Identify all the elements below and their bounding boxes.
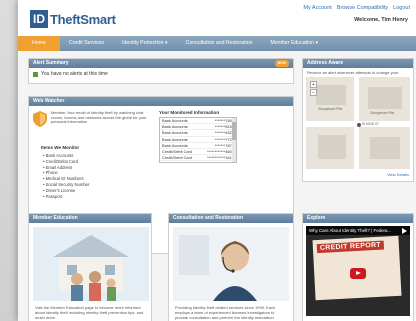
alert-summary-title: Alert Summary NEW bbox=[29, 59, 293, 68]
nav-home[interactable]: Home bbox=[18, 36, 60, 51]
logo[interactable]: ID TheftSmart bbox=[30, 10, 116, 28]
credit-report-heading: CREDIT REPORT bbox=[316, 240, 385, 254]
nav-identity-protection[interactable]: Identity Protection ▾ bbox=[113, 36, 177, 51]
support-agent-illustration bbox=[173, 227, 289, 301]
share-icon[interactable] bbox=[402, 228, 407, 234]
list-item: Social Security Number bbox=[43, 182, 90, 188]
row-type: Bank Accounts bbox=[162, 136, 188, 142]
welcome-message: Welcome, Tim Henry bbox=[354, 17, 408, 23]
address-aware-title: Address Aware bbox=[303, 59, 413, 68]
my-account-link[interactable]: My Account bbox=[303, 5, 331, 11]
member-education-title: Member Education bbox=[29, 214, 151, 223]
row-value: ************3412 bbox=[207, 155, 234, 161]
row-type: Credit/Debit Card bbox=[162, 155, 193, 161]
row-type: Bank Accounts bbox=[162, 124, 188, 130]
page-background bbox=[0, 0, 18, 321]
zoom-in-button[interactable]: + bbox=[310, 81, 317, 88]
row-value: ************4607 bbox=[207, 148, 234, 154]
member-education-image bbox=[33, 227, 149, 301]
consultation-panel: Consultation and Restoration Providing i… bbox=[168, 213, 294, 321]
nav-member-education[interactable]: Member Education ▾ bbox=[262, 36, 328, 51]
row-type: Bank Accounts bbox=[162, 142, 188, 148]
items-monitored-heading: Items We Monitor bbox=[41, 145, 80, 150]
map-block bbox=[316, 85, 346, 105]
explore-panel: Explore CREDIT REPORT Why Care About Ide… bbox=[302, 213, 414, 321]
header: ID TheftSmart My Account Browse Compatib… bbox=[18, 0, 416, 36]
consultation-image bbox=[173, 227, 289, 301]
zoom-out-button[interactable]: − bbox=[310, 89, 317, 96]
logo-wordmark: TheftSmart bbox=[50, 11, 116, 27]
scrollbar-thumb[interactable] bbox=[232, 122, 236, 140]
play-button[interactable] bbox=[350, 268, 366, 279]
shield-icon bbox=[33, 111, 47, 127]
alert-message: You have no alerts at this time bbox=[41, 71, 108, 77]
top-links: My Account Browse Compatibility Logout bbox=[303, 5, 410, 11]
alert-summary-title-text: Alert Summary bbox=[33, 60, 69, 66]
monitored-info-list[interactable]: Bank Accounts *******7658 Bank Accounts **… bbox=[159, 117, 237, 163]
house-family-illustration bbox=[33, 227, 149, 301]
main-nav: Home Credit Services Identity Protection… bbox=[18, 36, 416, 51]
table-row: Credit/Debit Card ************3412 bbox=[160, 155, 236, 162]
map-pin-icon bbox=[357, 123, 361, 127]
nav-credit-services[interactable]: Credit Services bbox=[60, 36, 113, 51]
address-aware-panel: Address Aware Receive an alert whenever … bbox=[302, 58, 414, 182]
map-label: W 62ND ST bbox=[362, 122, 380, 126]
consultation-title: Consultation and Restoration bbox=[169, 214, 293, 223]
row-type: Credit/Debit Card bbox=[162, 148, 193, 154]
items-monitored-list: Bank Accounts Credit/Debit Card Email Ad… bbox=[43, 153, 90, 200]
video-player[interactable]: CREDIT REPORT Why Care About Identity Th… bbox=[306, 226, 410, 316]
map-label: Georgetown Pike bbox=[318, 107, 343, 111]
web-watcher-intro: Member Your email of identity theft by w… bbox=[51, 110, 147, 125]
new-badge: NEW bbox=[274, 60, 289, 67]
explore-title: Explore bbox=[303, 214, 413, 223]
alert-summary-panel: Alert Summary NEW You have no alerts at … bbox=[28, 58, 294, 84]
web-watcher-title: Web Watcher bbox=[29, 97, 293, 106]
map-label: Georgetown Pike bbox=[370, 111, 395, 115]
monitored-info-heading: Your Monitored Information bbox=[159, 110, 220, 115]
row-type: Bank Accounts bbox=[162, 118, 188, 123]
map-block bbox=[368, 87, 402, 109]
view-details-link[interactable]: View Details bbox=[387, 172, 409, 177]
list-item: Passport bbox=[43, 194, 89, 200]
check-icon bbox=[33, 71, 38, 77]
video-title[interactable]: Why Care About Identity Theft? | Federa.… bbox=[306, 226, 410, 235]
logo-id-mark: ID bbox=[30, 10, 48, 28]
map-block bbox=[318, 135, 346, 159]
browse-compatibility-link[interactable]: Browse Compatibility bbox=[337, 5, 388, 11]
logout-link[interactable]: Logout bbox=[393, 5, 410, 11]
map[interactable]: Georgetown Pike Georgetown Pike W 62ND S… bbox=[306, 77, 410, 169]
page: ID TheftSmart My Account Browse Compatib… bbox=[18, 0, 416, 321]
map-block bbox=[370, 137, 400, 159]
nav-consultation-restoration[interactable]: Consultation and Restoration bbox=[177, 36, 262, 51]
member-education-text: Visit the Member Education page to becom… bbox=[35, 305, 144, 321]
row-type: Bank Accounts bbox=[162, 130, 188, 136]
scrollbar[interactable] bbox=[232, 118, 236, 162]
member-education-panel: Member Education Visit the Member Educat… bbox=[28, 213, 152, 321]
consultation-text: Providing identity theft related service… bbox=[175, 305, 276, 321]
alert-row: You have no alerts at this time bbox=[29, 68, 293, 80]
